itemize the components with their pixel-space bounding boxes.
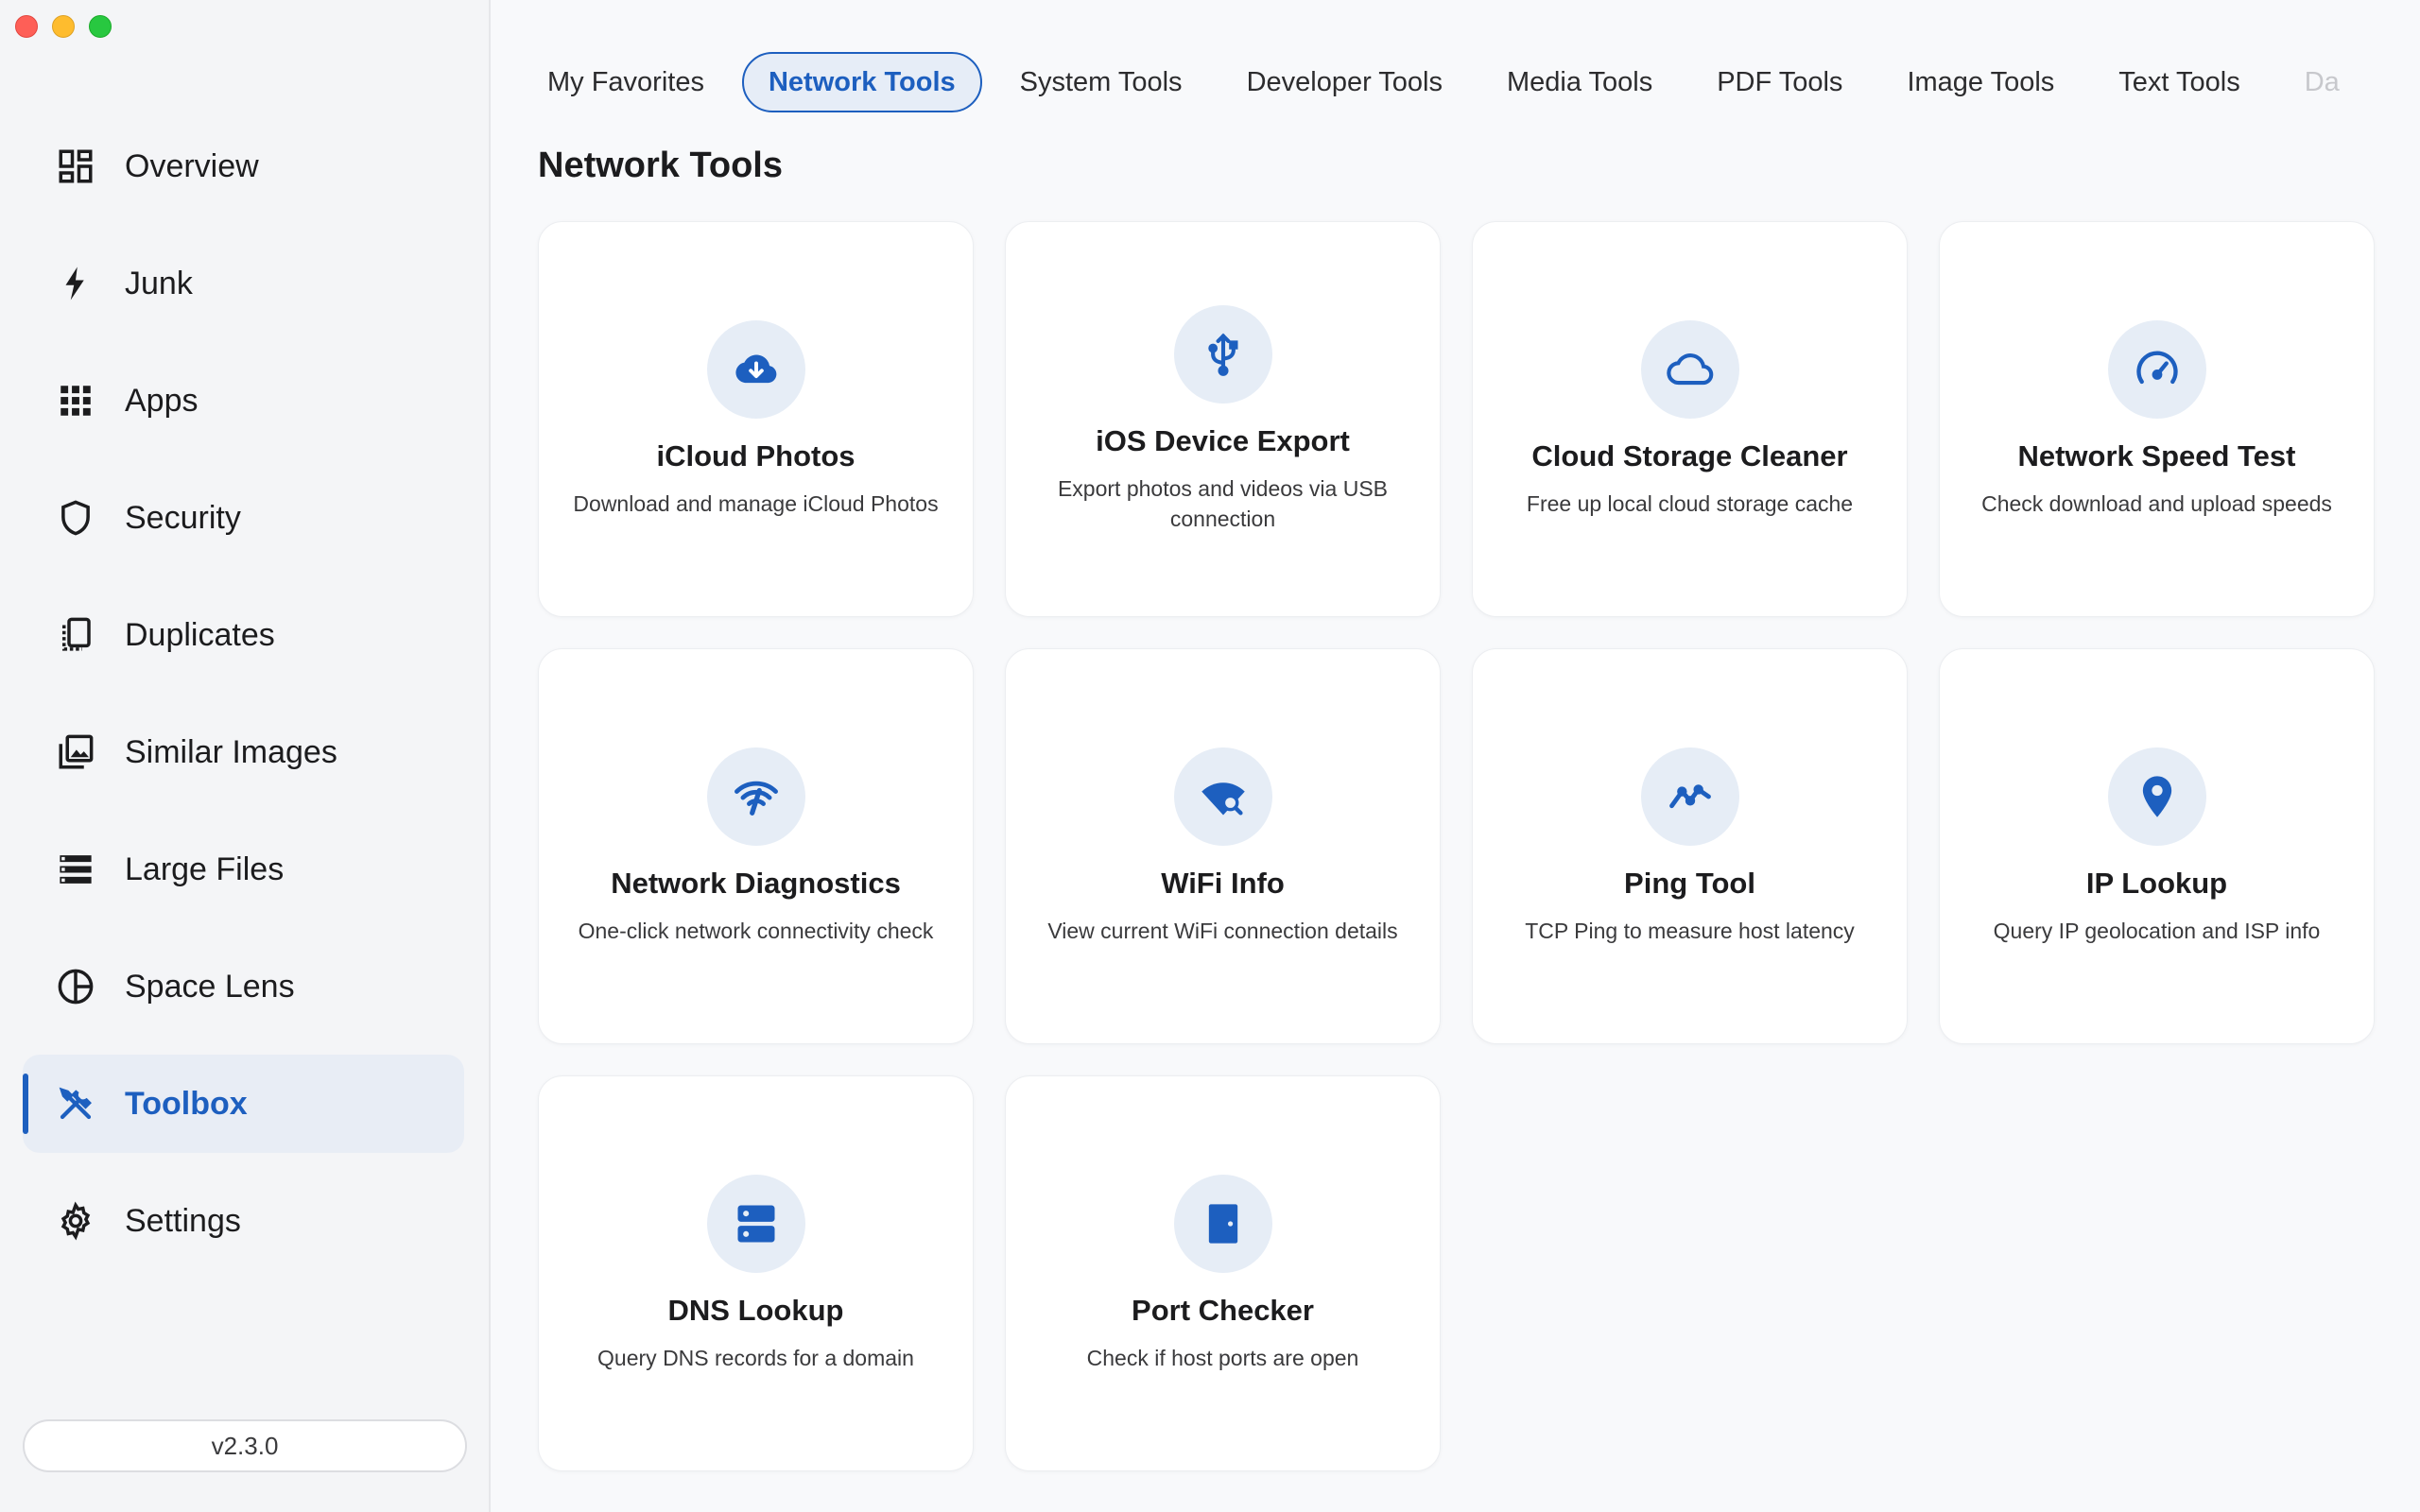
sidebar-item-large-files[interactable]: Large Files <box>23 820 464 919</box>
tab-image-tools[interactable]: Image Tools <box>1880 52 2081 112</box>
sidebar-item-label: Settings <box>125 1202 241 1239</box>
sidebar-item-label: Similar Images <box>125 733 337 770</box>
tool-card-wifi-info[interactable]: WiFi Info View current WiFi connection d… <box>1005 648 1441 1044</box>
shield-icon <box>55 497 96 539</box>
tab-system-tools[interactable]: System Tools <box>994 52 1209 112</box>
card-title: Cloud Storage Cleaner <box>1531 438 1848 472</box>
sidebar-item-label: Duplicates <box>125 616 275 653</box>
gear-icon <box>55 1200 96 1242</box>
speedometer-icon <box>2107 319 2206 419</box>
card-title: IP Lookup <box>2085 866 2228 900</box>
tab-my-favorites[interactable]: My Favorites <box>521 52 731 112</box>
card-description: Check download and upload speeds <box>1981 490 2332 516</box>
sidebar: Overview Junk Apps Security Duplicates S… <box>0 0 491 1512</box>
sidebar-item-label: Toolbox <box>125 1085 248 1122</box>
sidebar-item-security[interactable]: Security <box>23 469 464 567</box>
sidebar-item-duplicates[interactable]: Duplicates <box>23 586 464 684</box>
apps-grid-icon <box>55 380 96 421</box>
overview-icon <box>55 146 96 187</box>
sidebar-item-toolbox[interactable]: Toolbox <box>23 1055 464 1153</box>
usb-icon <box>1173 304 1272 404</box>
sidebar-item-label: Apps <box>125 382 199 419</box>
card-description: TCP Ping to measure host latency <box>1525 918 1855 943</box>
dns-icon <box>706 1174 805 1273</box>
sidebar-item-label: Overview <box>125 147 259 184</box>
tab-developer-tools[interactable]: Developer Tools <box>1220 52 1469 112</box>
tools-icon <box>55 1083 96 1125</box>
minimize-window-button[interactable] <box>52 15 75 38</box>
card-title: Network Speed Test <box>2017 438 2296 472</box>
card-title: iOS Device Export <box>1096 423 1350 457</box>
wifi-search-icon <box>1173 747 1272 846</box>
card-title: WiFi Info <box>1161 866 1285 900</box>
wifi-tethering-icon <box>706 747 805 846</box>
card-description: View current WiFi connection details <box>1047 918 1398 943</box>
app-window: Overview Junk Apps Security Duplicates S… <box>0 0 2420 1512</box>
card-title: Network Diagnostics <box>611 866 901 900</box>
tab-network-tools[interactable]: Network Tools <box>741 52 982 112</box>
tool-card-network-speed-test[interactable]: Network Speed Test Check download and up… <box>1939 221 2375 617</box>
card-title: iCloud Photos <box>656 438 856 472</box>
tab-overflow[interactable]: Da <box>2278 52 2366 112</box>
card-description: Download and manage iCloud Photos <box>573 490 939 516</box>
images-icon <box>55 731 96 773</box>
sidebar-item-overview[interactable]: Overview <box>23 117 464 215</box>
sidebar-item-label: Large Files <box>125 850 285 887</box>
section-title: Network Tools <box>538 146 783 185</box>
card-description: Free up local cloud storage cache <box>1526 490 1854 516</box>
tool-card-network-diagnostics[interactable]: Network Diagnostics One-click network co… <box>538 648 974 1044</box>
pie-chart-icon <box>55 966 96 1007</box>
tool-grid: iCloud Photos Download and manage iCloud… <box>538 221 2375 1471</box>
tool-card-ping-tool[interactable]: Ping Tool TCP Ping to measure host laten… <box>1472 648 1908 1044</box>
sidebar-item-junk[interactable]: Junk <box>23 234 464 333</box>
card-title: DNS Lookup <box>667 1293 844 1327</box>
sidebar-item-label: Junk <box>125 265 193 301</box>
tool-card-dns-lookup[interactable]: DNS Lookup Query DNS records for a domai… <box>538 1075 974 1471</box>
card-description: Query DNS records for a domain <box>597 1345 914 1370</box>
tab-text-tools[interactable]: Text Tools <box>2092 52 2266 112</box>
version-badge: v2.3.0 <box>23 1419 467 1472</box>
card-description: One-click network connectivity check <box>578 918 934 943</box>
tool-card-cloud-storage-cleaner[interactable]: Cloud Storage Cleaner Free up local clou… <box>1472 221 1908 617</box>
window-controls <box>15 15 112 38</box>
sidebar-item-settings[interactable]: Settings <box>23 1172 464 1270</box>
tool-card-port-checker[interactable]: Port Checker Check if host ports are ope… <box>1005 1075 1441 1471</box>
large-files-icon <box>55 849 96 890</box>
sidebar-nav: Overview Junk Apps Security Duplicates S… <box>23 117 464 1289</box>
maximize-window-button[interactable] <box>89 15 112 38</box>
tab-pdf-tools[interactable]: PDF Tools <box>1690 52 1869 112</box>
duplicates-icon <box>55 614 96 656</box>
card-title: Port Checker <box>1132 1293 1314 1327</box>
tool-card-ip-lookup[interactable]: IP Lookup Query IP geolocation and ISP i… <box>1939 648 2375 1044</box>
card-description: Check if host ports are open <box>1086 1345 1359 1370</box>
sidebar-item-space-lens[interactable]: Space Lens <box>23 937 464 1036</box>
tool-card-icloud-photos[interactable]: iCloud Photos Download and manage iCloud… <box>538 221 974 617</box>
tool-card-ios-device-export[interactable]: iOS Device Export Export photos and vide… <box>1005 221 1441 617</box>
sidebar-item-similar-images[interactable]: Similar Images <box>23 703 464 801</box>
cloud-icon <box>1640 319 1739 419</box>
close-window-button[interactable] <box>15 15 38 38</box>
tab-media-tools[interactable]: Media Tools <box>1480 52 1679 112</box>
location-pin-icon <box>2107 747 2206 846</box>
card-description: Export photos and videos via USB connect… <box>1057 475 1389 531</box>
main-content: My Favorites Network Tools System Tools … <box>491 0 2420 1512</box>
category-tabs: My Favorites Network Tools System Tools … <box>521 52 2366 112</box>
card-title: Ping Tool <box>1624 866 1755 900</box>
door-icon <box>1173 1174 1272 1273</box>
sidebar-item-label: Security <box>125 499 241 536</box>
line-chart-icon <box>1640 747 1739 846</box>
cloud-download-icon <box>706 319 805 419</box>
bolt-icon <box>55 263 96 304</box>
card-description: Query IP geolocation and ISP info <box>1993 918 2321 943</box>
sidebar-item-apps[interactable]: Apps <box>23 352 464 450</box>
sidebar-item-label: Space Lens <box>125 968 295 1005</box>
